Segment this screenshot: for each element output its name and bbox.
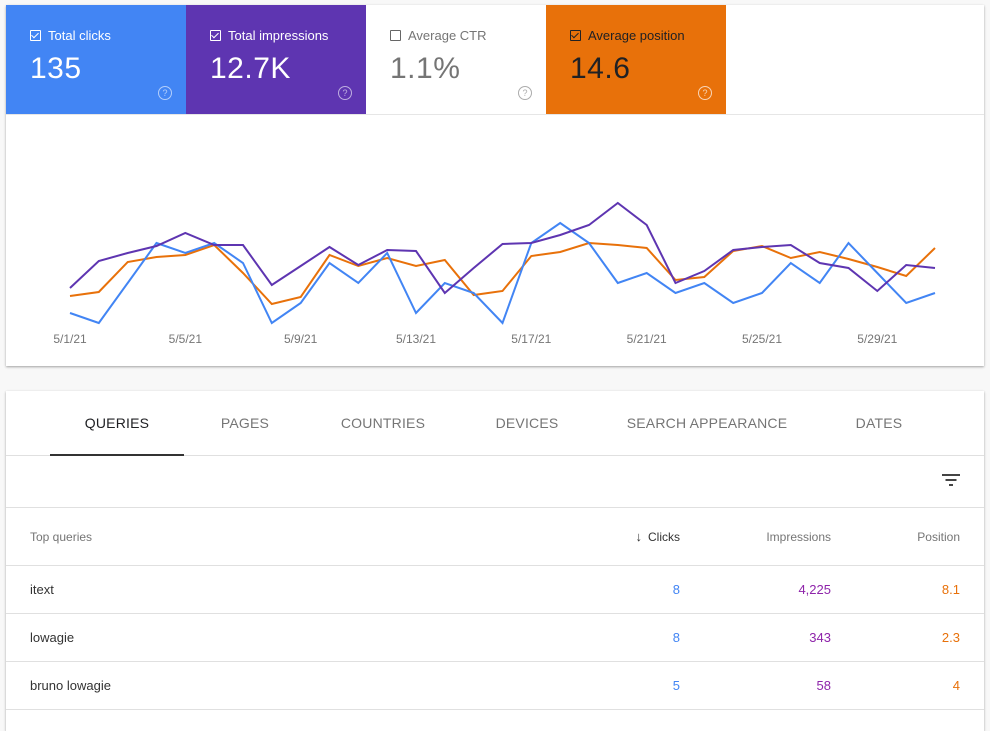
impressions-cell: 58 (816, 678, 831, 693)
x-tick-label: 5/9/21 (284, 332, 318, 346)
metric-label: Average position (588, 28, 685, 43)
tab-devices[interactable]: DEVICES (460, 391, 594, 455)
query-cell: itext (30, 582, 54, 597)
column-header-position[interactable]: Position (831, 530, 984, 544)
metric-label: Total impressions (228, 28, 329, 43)
metric-value: 1.1% (390, 52, 461, 85)
metric-total-impressions[interactable]: Total impressions 12.7K ? (186, 5, 366, 114)
clicks-cell: 8 (672, 630, 680, 645)
position-cell: 2.3 (941, 630, 960, 645)
x-tick-label: 5/21/21 (627, 332, 667, 346)
position-cell: 4 (952, 678, 960, 693)
checkbox-checked-icon[interactable] (570, 30, 581, 41)
help-icon[interactable]: ? (698, 86, 712, 100)
clicks-cell: 8 (672, 582, 680, 597)
table-row[interactable]: itext 8 4,225 8.1 (6, 566, 984, 614)
table-header: Top queries ↓ Clicks Impressions Position (6, 508, 984, 566)
x-tick-label: 5/29/21 (857, 332, 897, 346)
dimension-tabs: QUERIES PAGES COUNTRIES DEVICES SEARCH A… (6, 391, 984, 456)
table-row[interactable]: lowagie 8 343 2.3 (6, 614, 984, 662)
x-tick-label: 5/25/21 (742, 332, 782, 346)
help-icon[interactable]: ? (518, 86, 532, 100)
metric-average-ctr[interactable]: Average CTR 1.1% ? (366, 5, 546, 114)
help-icon[interactable]: ? (158, 86, 172, 100)
column-header-clicks-label: Clicks (648, 530, 680, 544)
impressions-cell: 343 (809, 630, 831, 645)
metric-label: Average CTR (408, 28, 487, 43)
metric-value: 12.7K (210, 52, 291, 85)
x-tick-label: 5/13/21 (396, 332, 436, 346)
impressions-cell: 4,225 (798, 582, 831, 597)
clicks-cell: 5 (672, 678, 680, 693)
position-cell: 8.1 (941, 582, 960, 597)
query-cell: lowagie (30, 630, 75, 645)
x-tick-label: 5/5/21 (169, 332, 203, 346)
performance-line-chart[interactable]: 5/1/21 5/5/21 5/9/21 5/13/21 5/17/21 5/21/21 5… (6, 115, 984, 366)
filter-bar (6, 456, 984, 508)
column-header-clicks[interactable]: ↓ Clicks (560, 529, 681, 544)
tab-queries[interactable]: QUERIES (50, 391, 184, 456)
queries-card: QUERIES PAGES COUNTRIES DEVICES SEARCH A… (6, 391, 984, 731)
help-icon[interactable]: ? (338, 86, 352, 100)
table-row[interactable]: bruno lowagie 5 58 4 (6, 662, 984, 710)
checkbox-unchecked-icon[interactable] (390, 30, 401, 41)
metric-value: 14.6 (570, 52, 631, 85)
column-header-query: Top queries (30, 529, 93, 544)
filter-icon[interactable] (942, 473, 960, 487)
sort-down-arrow-icon: ↓ (635, 529, 643, 544)
checkbox-checked-icon[interactable] (210, 30, 221, 41)
query-cell: bruno lowagie (30, 678, 111, 693)
x-tick-label: 5/1/21 (53, 332, 87, 346)
column-header-impressions[interactable]: Impressions (680, 530, 831, 544)
metric-total-clicks[interactable]: Total clicks 135 ? (6, 5, 186, 114)
metric-average-position[interactable]: Average position 14.6 ? (546, 5, 726, 114)
performance-card: Total clicks 135 ? Total impressions 12.… (6, 5, 984, 366)
metric-tiles: Total clicks 135 ? Total impressions 12.… (6, 5, 984, 115)
x-tick-label: 5/17/21 (511, 332, 551, 346)
metric-value: 135 (30, 52, 82, 85)
tab-dates[interactable]: DATES (820, 391, 938, 455)
metric-label: Total clicks (48, 28, 111, 43)
checkbox-checked-icon[interactable] (30, 30, 41, 41)
tab-countries[interactable]: COUNTRIES (306, 391, 460, 455)
tab-search-appearance[interactable]: SEARCH APPEARANCE (594, 391, 820, 455)
tab-pages[interactable]: PAGES (184, 391, 306, 455)
